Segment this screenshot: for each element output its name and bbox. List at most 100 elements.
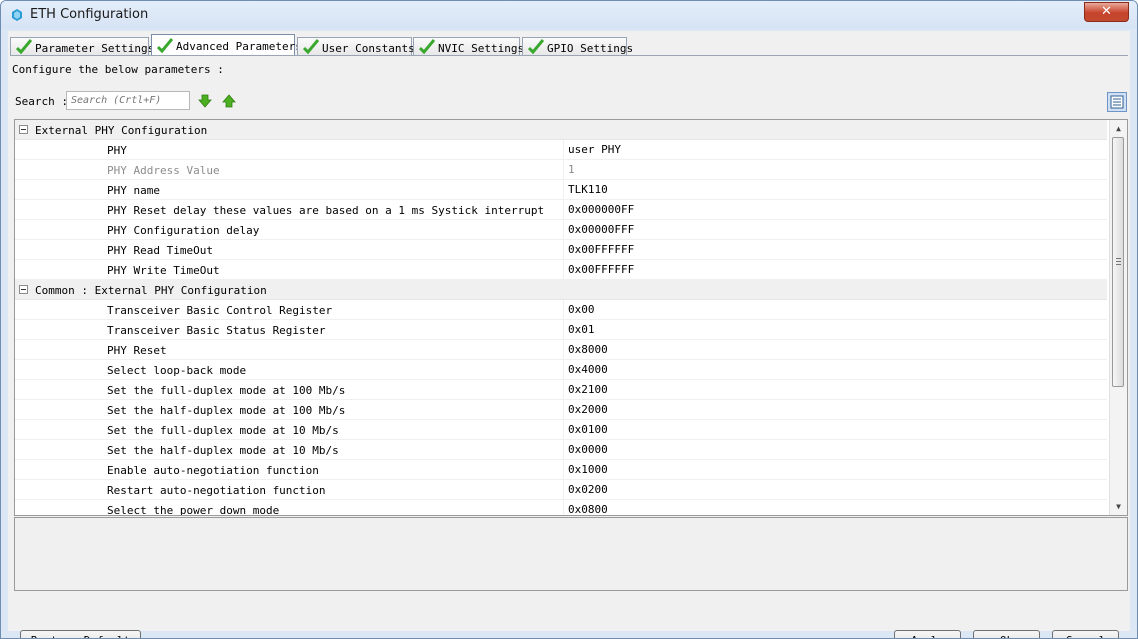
parameter-value[interactable]: TLK110 [563, 180, 1108, 200]
app-icon [12, 9, 22, 21]
tab-label: Parameter Settings [35, 42, 155, 55]
close-button[interactable]: ✕ [1084, 2, 1129, 22]
intro-text: Configure the below parameters : [12, 63, 224, 76]
restore-default-button[interactable]: Restore Default [20, 630, 141, 638]
ok-button[interactable]: Ok [973, 630, 1040, 638]
parameter-name: Set the full-duplex mode at 10 Mb/s [107, 424, 339, 437]
list-view-icon [1110, 95, 1124, 109]
tab-label: NVIC Settings [438, 42, 525, 55]
tab-user-constants[interactable]: User Constants [297, 37, 415, 56]
table-row[interactable]: PHY Write TimeOut 0x00FFFFFF [15, 260, 1107, 280]
parameter-value[interactable]: 0x1000 [563, 460, 1108, 480]
scroll-down-icon[interactable]: ▼ [1110, 498, 1127, 515]
table-row[interactable]: Set the full-duplex mode at 10 Mb/s 0x01… [15, 420, 1107, 440]
parameter-name: Enable auto-negotiation function [107, 464, 319, 477]
table-row[interactable]: PHY Reset 0x8000 [15, 340, 1107, 360]
parameter-value[interactable]: 0x00FFFFFF [563, 260, 1108, 280]
arrow-down-icon[interactable] [198, 94, 212, 108]
tab-nvic-settings[interactable]: NVIC Settings [413, 37, 524, 56]
collapse-icon[interactable] [19, 125, 28, 134]
tab-advanced-parameters[interactable]: Advanced Parameters [151, 34, 302, 57]
parameter-name: Transceiver Basic Status Register [107, 324, 326, 337]
group-common-external-phy-configuration[interactable]: Common : External PHY Configuration [15, 280, 1107, 300]
parameter-value[interactable]: 0x8000 [563, 340, 1108, 360]
parameter-name: Set the full-duplex mode at 100 Mb/s [107, 384, 346, 397]
tab-gpio-settings[interactable]: GPIO Settings [522, 37, 633, 56]
group-external-phy-configuration[interactable]: External PHY Configuration [15, 120, 1107, 140]
parameter-value[interactable]: 0x0100 [563, 420, 1108, 440]
parameter-name: PHY Address Value [107, 164, 220, 177]
parameter-name: PHY Read TimeOut [107, 244, 213, 257]
parameter-value[interactable]: 0x0200 [563, 480, 1108, 500]
table-row[interactable]: PHY Read TimeOut 0x00FFFFFF [15, 240, 1107, 260]
check-icon [303, 39, 319, 55]
grip-icon [1116, 258, 1121, 259]
parameter-value[interactable]: 0x000000FF [563, 200, 1108, 220]
parameter-value[interactable]: 0x2100 [563, 380, 1108, 400]
list-view-button[interactable] [1107, 92, 1127, 112]
parameter-value[interactable]: user PHY [563, 140, 1108, 160]
parameter-name: Transceiver Basic Control Register [107, 304, 333, 317]
title-bar: ETH Configuration ✕ [1, 1, 1137, 29]
check-icon [16, 39, 32, 55]
table-row[interactable]: Select loop-back mode 0x4000 [15, 360, 1107, 380]
table-row[interactable]: Restart auto-negotiation function 0x0200 [15, 480, 1107, 500]
tab-label: User Constants [322, 42, 415, 55]
description-panel [14, 517, 1128, 591]
table-row[interactable]: PHY Reset delay these values are based o… [15, 200, 1107, 220]
parameter-value[interactable]: 0x01 [563, 320, 1108, 340]
check-icon [528, 39, 544, 55]
cancel-button[interactable]: Cancel [1052, 630, 1119, 638]
close-icon: ✕ [1101, 4, 1112, 19]
table-row[interactable]: Transceiver Basic Control Register 0x00 [15, 300, 1107, 320]
advanced-parameters-panel: Configure the below parameters : Search … [10, 55, 1128, 638]
grip-icon [1116, 264, 1121, 265]
table-row[interactable]: PHY Address Value 1 [15, 160, 1107, 180]
tab-parameter-settings[interactable]: Parameter Settings [10, 37, 154, 56]
vertical-scrollbar[interactable]: ▲ ▼ [1109, 120, 1127, 515]
parameter-value[interactable]: 1 [563, 160, 1108, 180]
check-icon [419, 39, 435, 55]
search-input[interactable] [66, 91, 190, 110]
tab-label: GPIO Settings [547, 42, 634, 55]
parameter-name: Select loop-back mode [107, 364, 247, 377]
table-row[interactable]: PHY user PHY [15, 140, 1107, 160]
parameter-name: Set the half-duplex mode at 10 Mb/s [107, 444, 339, 457]
parameter-name: Restart auto-negotiation function [107, 484, 326, 497]
scroll-up-icon[interactable]: ▲ [1110, 120, 1127, 137]
apply-button[interactable]: Apply [894, 630, 961, 638]
table-row[interactable]: Transceiver Basic Status Register 0x01 [15, 320, 1107, 340]
scroll-thumb[interactable] [1112, 137, 1124, 387]
parameter-name: PHY name [107, 184, 160, 197]
parameter-name: Set the half-duplex mode at 100 Mb/s [107, 404, 346, 417]
parameters-grid: External PHY Configuration PHY user PHY … [14, 119, 1128, 516]
window-title: ETH Configuration [30, 7, 149, 22]
search-label: Search : [15, 95, 68, 108]
table-row[interactable]: Enable auto-negotiation function 0x1000 [15, 460, 1107, 480]
table-row[interactable]: Set the half-duplex mode at 10 Mb/s 0x00… [15, 440, 1107, 460]
table-row[interactable]: Select the power down mode 0x0800 [15, 500, 1108, 516]
group-label: External PHY Configuration [35, 124, 208, 137]
parameter-value[interactable]: 0x0800 [563, 500, 1108, 515]
parameter-name: PHY [107, 144, 127, 157]
parameter-name: PHY Reset [107, 344, 167, 357]
parameter-name: PHY Configuration delay [107, 224, 260, 237]
group-label: Common : External PHY Configuration [35, 284, 267, 297]
parameter-name: Select the power down mode [107, 504, 280, 516]
parameter-value[interactable]: 0x00000FFF [563, 220, 1108, 240]
collapse-icon[interactable] [19, 285, 28, 294]
parameter-value[interactable]: 0x0000 [563, 440, 1108, 460]
grip-icon [1116, 261, 1121, 262]
table-row[interactable]: PHY name TLK110 [15, 180, 1107, 200]
arrow-up-icon[interactable] [222, 94, 236, 108]
table-row[interactable]: PHY Configuration delay 0x00000FFF [15, 220, 1107, 240]
tab-label: Advanced Parameters [176, 40, 302, 53]
parameter-value[interactable]: 0x00FFFFFF [563, 240, 1108, 260]
parameter-value[interactable]: 0x00 [563, 300, 1108, 320]
dialog-client: Parameter Settings Advanced Parameters U… [8, 31, 1130, 638]
parameter-value[interactable]: 0x2000 [563, 400, 1108, 420]
parameter-value[interactable]: 0x4000 [563, 360, 1108, 380]
parameter-name: PHY Write TimeOut [107, 264, 220, 277]
table-row[interactable]: Set the full-duplex mode at 100 Mb/s 0x2… [15, 380, 1107, 400]
table-row[interactable]: Set the half-duplex mode at 100 Mb/s 0x2… [15, 400, 1107, 420]
